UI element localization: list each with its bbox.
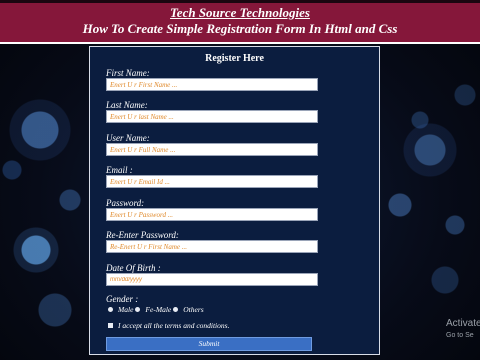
re-enter-password-input[interactable] xyxy=(106,240,318,253)
terms-row: I accept all the terms and conditions. xyxy=(108,321,229,330)
header-banner: Tech Source Technologies How To Create S… xyxy=(0,0,480,44)
female-radio[interactable] xyxy=(135,306,141,312)
others-label: Others xyxy=(183,304,204,314)
terms-checkbox[interactable] xyxy=(108,323,113,328)
activate-windows-subtext: Go to Se xyxy=(446,332,474,339)
last-name-input[interactable] xyxy=(106,110,318,123)
submit-button[interactable]: Submit xyxy=(106,337,312,351)
header-title: Tech Source Technologies xyxy=(170,5,310,20)
first-name-input[interactable] xyxy=(106,78,318,91)
female-label: Fe-Male xyxy=(145,304,172,314)
others-radio[interactable] xyxy=(173,306,179,312)
password-input[interactable] xyxy=(106,208,318,221)
male-label: Male xyxy=(118,304,134,314)
registration-form: Register Here First Name: Last Name: Use… xyxy=(89,46,380,355)
activate-windows-watermark: Activate xyxy=(446,318,480,329)
date-of-birth-input[interactable] xyxy=(106,273,318,286)
terms-label: I accept all the terms and conditions. xyxy=(118,321,230,330)
male-radio[interactable] xyxy=(108,306,113,312)
header-top-strip xyxy=(0,0,480,3)
header-subtitle: How To Create Simple Registration Form I… xyxy=(82,21,398,36)
gender-options: Male Fe-Male Others xyxy=(108,303,206,315)
user-name-input[interactable] xyxy=(106,143,318,156)
form-title: Register Here xyxy=(205,53,264,64)
email-input[interactable] xyxy=(106,175,318,188)
